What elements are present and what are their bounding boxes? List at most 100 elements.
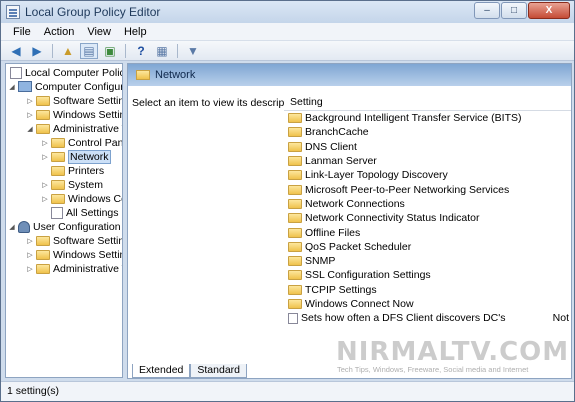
collapse-arrow-icon[interactable]: ◢	[8, 223, 16, 231]
settings-folder-row[interactable]: Network Connections	[286, 197, 569, 211]
expand-arrow-icon[interactable]: ▷	[41, 139, 49, 147]
tree-item-software-settings[interactable]: ▷ Software Settings	[26, 94, 122, 107]
forward-icon[interactable]: ▶	[28, 43, 46, 59]
settings-folder-row[interactable]: Link-Layer Topology Discovery	[286, 168, 569, 182]
export-list-icon[interactable]: ▣	[101, 43, 119, 59]
settings-folder-label: Background Intelligent Transfer Service …	[305, 112, 522, 125]
menu-action[interactable]: Action	[38, 23, 82, 40]
settings-folder-row[interactable]: Background Intelligent Transfer Service …	[286, 111, 569, 125]
tree-item-local-computer-policy[interactable]: Local Computer Policy	[8, 66, 122, 79]
up-folder-icon[interactable]: ▲	[59, 43, 77, 59]
folder-icon	[36, 95, 50, 106]
computer-icon	[18, 81, 32, 92]
collapse-arrow-icon[interactable]: ◢	[26, 125, 34, 133]
settings-folder-row[interactable]: Windows Connect Now	[286, 297, 569, 311]
tree-item-user-configuration[interactable]: ◢ User Configuration	[8, 220, 121, 233]
expand-arrow-icon[interactable]: ▷	[26, 265, 34, 273]
folder-icon	[51, 151, 65, 162]
settings-folder-row[interactable]: Lanman Server	[286, 154, 569, 168]
toolbar-separator	[125, 43, 126, 58]
settings-folder-row[interactable]: Network Connectivity Status Indicator	[286, 211, 569, 225]
tree-item-windows-components[interactable]: ▷ Windows Con	[41, 192, 122, 205]
expand-arrow-icon[interactable]: ▷	[26, 97, 34, 105]
expand-arrow-icon[interactable]: ▷	[41, 181, 49, 189]
settings-folder-label: DNS Client	[305, 140, 357, 153]
column-header-setting[interactable]: Setting	[284, 96, 571, 111]
settings-folder-label: SSL Configuration Settings	[305, 269, 431, 282]
folder-icon	[51, 165, 65, 176]
settings-folder-label: QoS Packet Scheduler	[305, 240, 412, 253]
back-icon[interactable]: ◀	[7, 43, 25, 59]
folder-icon	[36, 109, 50, 120]
policy-icon	[10, 66, 22, 79]
settings-folder-row[interactable]: TCPIP Settings	[286, 283, 569, 297]
settings-folder-row[interactable]: SNMP	[286, 254, 569, 268]
expand-arrow-icon[interactable]: ▷	[26, 251, 34, 259]
settings-folder-row[interactable]: BranchCache	[286, 125, 569, 139]
window: Local Group Policy Editor – □ X File Act…	[0, 0, 575, 402]
tree-item-user-software-settings[interactable]: ▷ Software Settings	[26, 234, 122, 247]
tree-item-administrative-templates[interactable]: ◢ Administrative Te	[26, 122, 122, 135]
collapse-arrow-icon[interactable]: ◢	[8, 83, 16, 91]
user-icon	[18, 220, 30, 233]
tree-item-computer-configuration[interactable]: ◢ Computer Configura	[8, 80, 122, 93]
minimize-button[interactable]: –	[474, 2, 500, 19]
tree-item-printers[interactable]: Printers	[41, 164, 104, 177]
folder-icon	[288, 113, 302, 124]
policy-state: Not	[552, 312, 569, 325]
folder-icon	[51, 137, 65, 148]
settings-rows: Background Intelligent Transfer Service …	[286, 111, 569, 325]
tab-extended[interactable]: Extended	[132, 364, 191, 378]
tree-item-user-administrative-templates[interactable]: ▷ Administrative Te	[26, 262, 122, 275]
folder-icon	[36, 249, 50, 260]
settings-folder-row[interactable]: QoS Packet Scheduler	[286, 240, 569, 254]
tree-item-control-panel[interactable]: ▷ Control Panel	[41, 136, 122, 149]
properties-icon[interactable]: ▦	[153, 43, 171, 59]
tree-item-system[interactable]: ▷ System	[41, 178, 103, 191]
settings-folder-label: Offline Files	[305, 226, 361, 239]
folder-icon	[36, 123, 50, 134]
menu-view[interactable]: View	[81, 23, 118, 40]
folder-icon	[288, 213, 302, 224]
settings-folder-label: BranchCache	[305, 126, 369, 139]
maximize-button[interactable]: □	[501, 2, 527, 19]
settings-list: Setting Background Intelligent Transfer …	[284, 91, 571, 365]
settings-folder-label: SNMP	[305, 255, 336, 268]
show-hide-tree-icon[interactable]: ▤	[80, 42, 98, 59]
policy-label: Sets how often a DFS Client discovers DC…	[301, 312, 506, 325]
folder-icon	[288, 227, 302, 238]
tree-item-all-settings[interactable]: All Settings	[41, 206, 119, 219]
settings-folder-label: Network Connectivity Status Indicator	[305, 212, 480, 225]
tree-item-windows-settings[interactable]: ▷ Windows Setting	[26, 108, 122, 121]
settings-folder-label: Windows Connect Now	[305, 298, 414, 310]
folder-icon	[288, 170, 302, 181]
expand-arrow-icon[interactable]: ▷	[26, 111, 34, 119]
settings-folder-row[interactable]: SSL Configuration Settings	[286, 268, 569, 282]
tree-item-user-windows-settings[interactable]: ▷ Windows Setting	[26, 248, 122, 261]
window-title: Local Group Policy Editor	[25, 5, 161, 19]
app-icon	[6, 5, 20, 19]
folder-icon	[51, 179, 65, 190]
expand-arrow-icon[interactable]: ▷	[41, 153, 49, 161]
toolbar-separator	[52, 43, 53, 58]
policy-setting-icon	[288, 312, 298, 324]
settings-folder-row[interactable]: Microsoft Peer-to-Peer Networking Servic…	[286, 182, 569, 196]
menu-help[interactable]: Help	[118, 23, 154, 40]
toolbar: ◀ ▶ ▲ ▤ ▣ ? ▦ ▼	[1, 41, 574, 61]
details-pane: Network Select an item to view its descr…	[127, 63, 572, 379]
expand-arrow-icon[interactable]: ▷	[26, 237, 34, 245]
menu-file[interactable]: File	[7, 23, 38, 40]
expand-arrow-icon[interactable]: ▷	[41, 195, 49, 203]
settings-folder-row[interactable]: Offline Files	[286, 225, 569, 239]
close-button[interactable]: X	[528, 2, 570, 19]
folder-icon	[51, 193, 65, 204]
menu-bar: File Action View Help	[1, 23, 574, 41]
help-icon[interactable]: ?	[132, 43, 150, 59]
tab-standard[interactable]: Standard	[190, 364, 247, 378]
folder-icon	[288, 127, 302, 138]
details-header: Network	[128, 64, 571, 86]
filter-icon[interactable]: ▼	[184, 43, 202, 59]
policy-row[interactable]: Sets how often a DFS Client discovers DC…	[286, 311, 569, 325]
settings-folder-row[interactable]: DNS Client	[286, 140, 569, 154]
tree-item-network[interactable]: ▷ Network	[41, 149, 111, 164]
